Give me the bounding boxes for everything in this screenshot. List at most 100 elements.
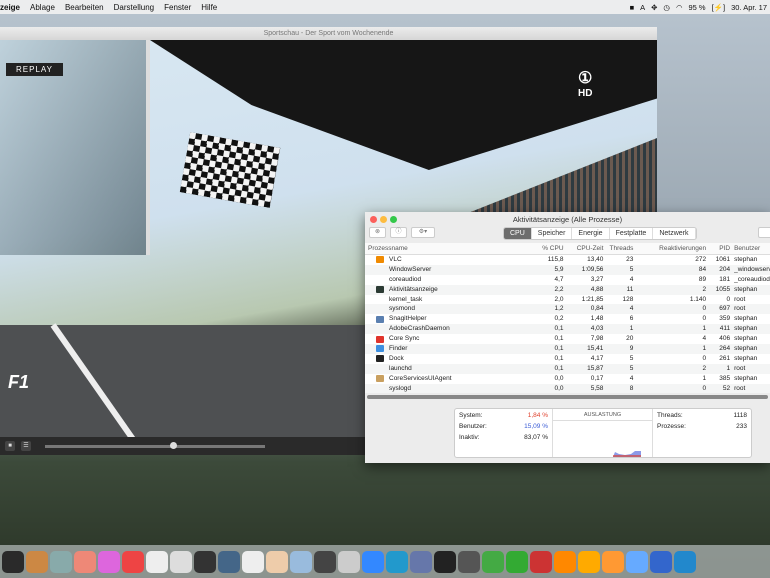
col-threads[interactable]: Threads (603, 243, 633, 254)
table-row[interactable]: CoreServicesUIAgent 0,0 0,17 4 1 385 stephan (365, 374, 770, 384)
col-benutzer[interactable]: Benutzer (730, 243, 770, 254)
dock-app-icon[interactable] (50, 550, 72, 573)
dock-app-icon[interactable] (482, 550, 504, 573)
app-icon (376, 326, 384, 333)
cell: stephan (734, 285, 758, 293)
table-row[interactable]: VLC 115,8 13,40 23 272 1061 stephan (365, 255, 770, 265)
table-row[interactable]: SnagitHelper 0,2 1,48 6 0 359 stephan (365, 314, 770, 324)
cell: 359 (719, 315, 731, 323)
dock-app-icon[interactable] (530, 550, 552, 573)
table-row[interactable]: Dock 0,1 4,17 5 0 261 stephan (365, 354, 770, 364)
dropbox-icon[interactable]: ✥ (651, 3, 657, 12)
process-name-cell: WindowServer (365, 265, 532, 275)
cell: 1,2 (554, 305, 564, 313)
menu-app-name[interactable]: zeige (0, 3, 20, 12)
table-row[interactable]: sysmond 1,2 0,84 4 0 697 root (365, 304, 770, 315)
dock-app-icon[interactable] (242, 550, 264, 573)
dock-app-icon[interactable] (602, 550, 624, 573)
table-row[interactable]: syslogd 0,0 5,58 8 0 52 root (365, 383, 770, 394)
table-row[interactable]: AdobeCrashDaemon 0,1 4,03 1 1 411 stephan (365, 324, 770, 335)
dock-app-icon[interactable] (362, 550, 384, 573)
col-prozessname[interactable]: Prozessname (365, 243, 532, 254)
dock-app-icon[interactable] (386, 550, 408, 573)
dock-app-icon[interactable] (146, 550, 168, 573)
dock-app-icon[interactable] (506, 550, 528, 573)
dock-app-icon[interactable] (626, 550, 648, 573)
col-reaktivierungen[interactable]: Reaktivierungen (633, 243, 706, 254)
cell: 6 (629, 315, 634, 323)
tab-energie[interactable]: Energie (572, 228, 610, 239)
dock-app-icon[interactable] (314, 550, 336, 573)
col-cpu-zeit[interactable]: CPU-Zeit (564, 243, 604, 254)
table-row[interactable]: coreaudiod 4,7 3,27 4 89 181 _coreaudiod (365, 275, 770, 285)
menu-ablage[interactable]: Ablage (30, 3, 55, 12)
stop-process-button[interactable]: ⊗ (369, 227, 386, 238)
adobe-icon[interactable]: A (640, 3, 645, 12)
cell: 0,1 (554, 325, 564, 333)
dock-app-icon[interactable] (122, 550, 144, 573)
dock-app-icon[interactable] (218, 550, 240, 573)
table-row[interactable]: Finder 0,1 15,41 9 1 264 stephan (365, 344, 770, 354)
menu-darstellung[interactable]: Darstellung (114, 3, 154, 12)
clock[interactable]: 30. Apr. 17 (731, 3, 767, 12)
dock-app-icon[interactable] (458, 550, 480, 573)
process-name-cell: sysmond (365, 304, 532, 314)
cell: root (734, 384, 746, 392)
dock-app-icon[interactable] (674, 550, 696, 573)
wifi-icon[interactable]: ◠ (676, 3, 683, 12)
tab-cpu[interactable]: CPU (504, 228, 532, 239)
dock-app-icon[interactable] (650, 550, 672, 573)
dock-app-icon[interactable] (434, 550, 456, 573)
dock-app-icon[interactable] (74, 550, 96, 573)
cell: 1,48 (590, 315, 604, 323)
dock-app-icon[interactable] (2, 550, 24, 573)
time-machine-icon[interactable]: ◷ (663, 3, 670, 12)
horizontal-scrollbar[interactable] (367, 395, 768, 399)
tab-festplatte[interactable]: Festplatte (610, 228, 654, 239)
dock-app-icon[interactable] (170, 550, 192, 573)
dock-app-icon[interactable] (290, 550, 312, 573)
cell: 4,7 (554, 275, 564, 283)
process-name: Finder (389, 345, 408, 353)
menu-hilfe[interactable]: Hilfe (201, 3, 217, 12)
cell: stephan (734, 354, 758, 362)
cell: 1.140 (689, 295, 707, 303)
camera-icon[interactable]: ■ (630, 3, 635, 12)
battery-percent[interactable]: 95 % (689, 3, 706, 12)
info-button[interactable]: ⓘ (390, 227, 407, 238)
col-pid[interactable]: PID (706, 243, 730, 254)
col-cpu[interactable]: % CPU (532, 243, 563, 254)
dock-app-icon[interactable] (554, 550, 576, 573)
cell: 0,2 (554, 315, 564, 323)
cell: 5 (629, 265, 634, 273)
tab-speicher[interactable]: Speicher (532, 228, 573, 239)
dock-app-icon[interactable] (194, 550, 216, 573)
search-field[interactable] (758, 227, 770, 238)
dock-app-icon[interactable] (410, 550, 432, 573)
stop-button[interactable]: ■ (5, 441, 15, 451)
table-row[interactable]: Aktivitätsanzeige 2,2 4,88 11 2 1055 stephan (365, 284, 770, 295)
table-row[interactable]: WindowServer 5,9 1:09,56 5 84 204_windowserve… (365, 264, 770, 275)
dock-app-icon[interactable] (26, 550, 48, 573)
table-row[interactable]: kernel_task 2,0 1:21,85 128 1.140 0 root (365, 295, 770, 305)
battery-icon[interactable]: [⚡] (712, 3, 726, 12)
cell: 0,17 (590, 374, 604, 382)
cell: 1 (702, 374, 707, 382)
table-row[interactable]: launchd 0,1 15,87 5 2 1 root (365, 363, 770, 374)
seek-bar[interactable] (45, 441, 265, 449)
seek-knob[interactable] (170, 441, 178, 449)
playlist-button[interactable]: ☰ (21, 441, 31, 451)
gear-menu-button[interactable]: ⚙▾ (411, 227, 435, 238)
dock-app-icon[interactable] (338, 550, 360, 573)
menu-fenster[interactable]: Fenster (164, 3, 191, 12)
menu-bearbeiten[interactable]: Bearbeiten (65, 3, 104, 12)
cell: 8 (629, 384, 634, 392)
app-icon (376, 375, 384, 383)
tab-netzwerk[interactable]: Netzwerk (653, 228, 696, 239)
dock-app-icon[interactable] (98, 550, 120, 573)
dock-app-icon[interactable] (266, 550, 288, 573)
table-row[interactable]: Core Sync 0,1 7,98 20 4 406 stephan (365, 334, 770, 344)
dock-app-icon[interactable] (578, 550, 600, 573)
cell: root (734, 305, 746, 313)
app-icon (376, 365, 384, 372)
